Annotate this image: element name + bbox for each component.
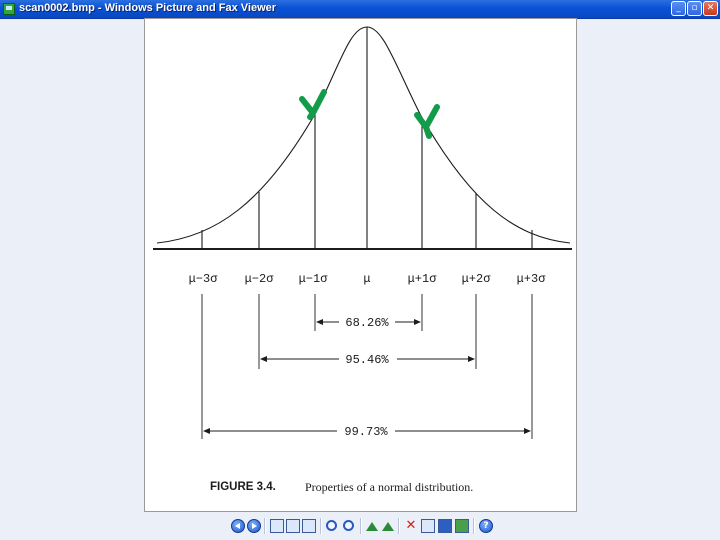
previous-image-icon[interactable] bbox=[231, 519, 245, 533]
window-title: scan0002.bmp - Windows Picture and Fax V… bbox=[19, 2, 277, 14]
maximize-button[interactable]: ▫ bbox=[687, 1, 702, 16]
zoom-in-icon[interactable] bbox=[326, 520, 337, 531]
help-icon[interactable]: ? bbox=[479, 519, 493, 533]
print-icon[interactable] bbox=[421, 519, 435, 533]
toolbar-separator bbox=[398, 518, 400, 534]
minimize-button[interactable]: _ bbox=[671, 1, 686, 16]
range-label-95: 95.46% bbox=[345, 353, 389, 367]
next-image-icon[interactable] bbox=[247, 519, 261, 533]
toolbar-separator bbox=[473, 518, 475, 534]
normal-distribution-figure: μ−3σ μ−2σ μ−1σ μ μ+1σ μ+2σ μ+3σ 68.26% 9… bbox=[153, 26, 572, 494]
picture-viewer-icon bbox=[3, 3, 15, 15]
bell-curve bbox=[156, 26, 571, 244]
rotate-clockwise-icon[interactable] bbox=[366, 522, 378, 531]
actual-size-icon[interactable] bbox=[286, 519, 300, 533]
slideshow-icon[interactable] bbox=[302, 519, 316, 533]
figure-caption-text: Properties of a normal distribution. bbox=[305, 480, 473, 494]
toolbar-separator bbox=[320, 518, 322, 534]
zoom-out-icon[interactable] bbox=[343, 520, 354, 531]
sigma-label-mu-plus-1: μ+1σ bbox=[408, 272, 438, 286]
range-label-68: 68.26% bbox=[345, 316, 389, 330]
best-fit-icon[interactable] bbox=[270, 519, 284, 533]
green-check-left bbox=[299, 89, 327, 120]
save-icon[interactable] bbox=[438, 519, 452, 533]
figure-caption-number: FIGURE 3.4. bbox=[210, 481, 276, 493]
scanned-image: μ−3σ μ−2σ μ−1σ μ μ+1σ μ+2σ μ+3σ 68.26% 9… bbox=[144, 18, 577, 512]
sigma-label-mu-plus-2: μ+2σ bbox=[462, 272, 492, 286]
delete-icon[interactable]: ✕ bbox=[404, 519, 418, 533]
sigma-label-mu-minus-2: μ−2σ bbox=[245, 272, 275, 286]
sigma-label-mu-plus-3: μ+3σ bbox=[517, 272, 547, 286]
green-check-right bbox=[414, 104, 440, 139]
sigma-label-mu-minus-3: μ−3σ bbox=[189, 272, 219, 286]
rotate-counterclockwise-icon[interactable] bbox=[382, 522, 394, 531]
edit-icon[interactable] bbox=[455, 519, 469, 533]
range-label-99: 99.73% bbox=[344, 425, 388, 439]
toolbar-separator bbox=[360, 518, 362, 534]
close-button[interactable]: ✕ bbox=[703, 1, 718, 16]
toolbar-separator bbox=[264, 518, 266, 534]
window-title-bar[interactable]: scan0002.bmp - Windows Picture and Fax V… bbox=[0, 0, 720, 19]
sigma-label-mu-minus-1: μ−1σ bbox=[299, 272, 329, 286]
sigma-label-mu: μ bbox=[363, 272, 370, 286]
